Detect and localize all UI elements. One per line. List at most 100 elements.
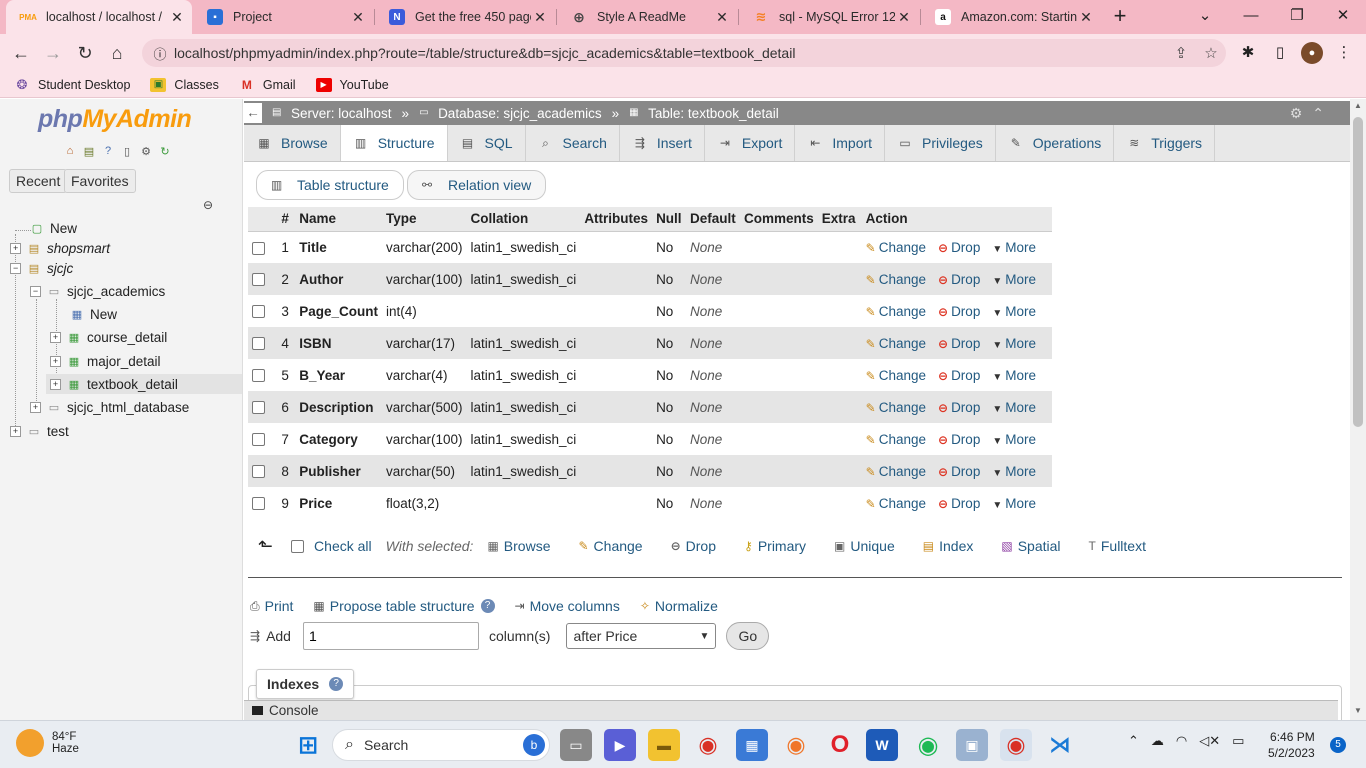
print-link[interactable]: ⎙ Print: [250, 598, 293, 614]
row-checkbox[interactable]: [252, 337, 265, 351]
column-name[interactable]: Publisher: [295, 455, 382, 487]
chrome-active-icon[interactable]: ◉: [1000, 729, 1032, 761]
tab-structure[interactable]: ▥ Structure: [340, 125, 448, 161]
tree-item-sjcjc-academics[interactable]: − ▭ sjcjc_academics: [30, 281, 165, 301]
close-tab-icon[interactable]: ✕: [895, 9, 913, 26]
drop-button[interactable]: ⊖ Drop: [938, 304, 980, 319]
column-name[interactable]: Category: [295, 423, 382, 455]
minimize-icon[interactable]: —: [1228, 0, 1274, 34]
restore-icon[interactable]: ❐: [1274, 0, 1320, 34]
bulk-primary-button[interactable]: ⚷ Primary: [744, 538, 806, 554]
change-button[interactable]: ✎ Change: [866, 272, 926, 287]
firefox-icon[interactable]: ◉: [780, 729, 812, 761]
store-icon[interactable]: ▦: [736, 729, 768, 761]
clock[interactable]: 6:46 PM 5/2/2023: [1268, 729, 1315, 761]
back-arrow-icon[interactable]: ←: [8, 40, 34, 66]
chrome-icon[interactable]: ◉: [692, 729, 724, 761]
more-dropdown[interactable]: ▼ More: [992, 464, 1036, 479]
tab-insert[interactable]: ⇶ Insert: [620, 125, 705, 161]
windows-start-icon[interactable]: ⊞: [292, 729, 324, 761]
address-bar[interactable]: ⓘ localhost/phpmyadmin/index.php?route=/…: [142, 39, 1226, 67]
row-checkbox[interactable]: [252, 241, 265, 255]
bookmark-star-icon[interactable]: ☆: [1196, 44, 1226, 62]
column-name[interactable]: Title: [295, 231, 382, 263]
help-icon[interactable]: ?: [480, 599, 495, 613]
bulk-unique-button[interactable]: ▣ Unique: [834, 538, 895, 554]
home-icon[interactable]: ⌂: [62, 143, 78, 159]
subtab-table-structure[interactable]: ▥ Table structure: [256, 170, 404, 200]
drop-button[interactable]: ⊖ Drop: [938, 496, 980, 511]
indexes-legend[interactable]: Indexes?: [256, 669, 355, 699]
forward-arrow-icon[interactable]: →: [40, 40, 66, 66]
tree-item-test[interactable]: + ▭ test: [10, 421, 69, 441]
word-icon[interactable]: W: [866, 729, 898, 761]
bulk-fulltext-button[interactable]: T Fulltext: [1089, 538, 1146, 554]
taskbar-search[interactable]: ⌕ Search b: [332, 729, 550, 761]
settings-gear-icon[interactable]: ⚙: [138, 143, 154, 159]
onedrive-icon[interactable]: ☁: [1151, 733, 1164, 749]
drop-button[interactable]: ⊖ Drop: [938, 240, 980, 255]
more-dropdown[interactable]: ▼ More: [992, 496, 1036, 511]
drop-button[interactable]: ⊖ Drop: [938, 336, 980, 351]
collapse-top-icon[interactable]: ⌃: [1312, 105, 1324, 122]
drop-button[interactable]: ⊖ Drop: [938, 400, 980, 415]
expand-plus-icon[interactable]: +: [10, 425, 21, 437]
bulk-change-button[interactable]: ✎ Change: [578, 538, 642, 554]
tab-browse[interactable]: ▦ Browse: [244, 125, 341, 161]
browser-tab-amazon[interactable]: a Amazon.com: Starting ✕: [921, 0, 1101, 34]
tree-item-major-detail[interactable]: + ▦ major_detail: [50, 351, 161, 371]
expand-plus-icon[interactable]: +: [10, 242, 21, 254]
notification-badge[interactable]: 5: [1330, 737, 1346, 753]
drop-button[interactable]: ⊖ Drop: [938, 272, 980, 287]
tray-chevron-up-icon[interactable]: ⌃: [1128, 733, 1139, 749]
change-button[interactable]: ✎ Change: [866, 400, 926, 415]
tree-item-shopsmart[interactable]: + ▤ shopsmart: [10, 238, 110, 258]
more-dropdown[interactable]: ▼ More: [992, 368, 1036, 383]
change-button[interactable]: ✎ Change: [866, 368, 926, 383]
drop-button[interactable]: ⊖ Drop: [938, 432, 980, 447]
tab-export[interactable]: ⇥ Export: [705, 125, 796, 161]
bookmark-gmail[interactable]: M Gmail: [239, 78, 296, 92]
share-icon[interactable]: ⇪: [1166, 44, 1196, 62]
subtab-relation-view[interactable]: ⚯ Relation view: [407, 170, 547, 200]
bookmark-classes[interactable]: ▣ Classes: [150, 77, 219, 92]
more-dropdown[interactable]: ▼ More: [992, 336, 1036, 351]
add-columns-count-input[interactable]: [302, 622, 479, 650]
reload-icon[interactable]: ↻: [72, 40, 98, 66]
scroll-down-arrow-icon[interactable]: ▼: [1354, 706, 1362, 715]
tree-item-sjcjc[interactable]: − ▤ sjcjc: [10, 258, 73, 278]
tab-privileges[interactable]: ▭ Privileges: [885, 125, 996, 161]
scroll-up-arrow-icon[interactable]: ▲: [1354, 101, 1362, 110]
tab-triggers[interactable]: ≋ Triggers: [1114, 125, 1216, 161]
more-dropdown[interactable]: ▼ More: [992, 400, 1036, 415]
row-checkbox[interactable]: [252, 305, 265, 319]
bulk-browse-button[interactable]: ▦ Browse: [487, 538, 550, 554]
browser-tab-readme[interactable]: ⊕ Style A ReadMe ✕: [557, 0, 737, 34]
recent-button[interactable]: Recent: [9, 169, 68, 193]
extensions-puzzle-icon[interactable]: ✱: [1237, 42, 1259, 64]
header-number[interactable]: #: [277, 207, 296, 232]
reload-nav-icon[interactable]: ↻: [157, 143, 173, 159]
url-text[interactable]: localhost/phpmyadmin/index.php?route=/ta…: [174, 45, 1166, 61]
collapse-minus-icon[interactable]: −: [10, 262, 21, 274]
volume-muted-icon[interactable]: ◁✕: [1199, 733, 1220, 749]
tree-item-course-detail[interactable]: + ▦ course_detail: [50, 327, 167, 347]
spotify-icon[interactable]: ◉: [912, 729, 944, 761]
new-tab-plus-icon[interactable]: +: [1108, 4, 1132, 30]
row-checkbox[interactable]: [252, 401, 265, 415]
browser-tab-sql-error[interactable]: ≋ sql - MySQL Error 126 ✕: [739, 0, 919, 34]
row-checkbox[interactable]: [252, 273, 265, 287]
drop-button[interactable]: ⊖ Drop: [938, 368, 980, 383]
browser-tab-free-page[interactable]: N Get the free 450 page ✕: [375, 0, 555, 34]
bulk-drop-button[interactable]: ⊖ Drop: [671, 538, 716, 554]
collapse-minus-icon[interactable]: −: [30, 285, 41, 297]
header-default[interactable]: Default: [686, 207, 740, 232]
expand-plus-icon[interactable]: +: [50, 331, 61, 343]
breadcrumb-database[interactable]: ▭ Database: sjcjc_academics: [419, 106, 602, 121]
go-button[interactable]: Go: [726, 622, 770, 650]
bookmark-youtube[interactable]: ▶ YouTube: [315, 77, 389, 92]
battery-icon[interactable]: ▭: [1232, 733, 1244, 749]
drop-button[interactable]: ⊖ Drop: [938, 464, 980, 479]
column-position-select[interactable]: after Price ▼: [566, 623, 717, 649]
tree-item-new-database[interactable]: ▢ New: [30, 218, 77, 238]
